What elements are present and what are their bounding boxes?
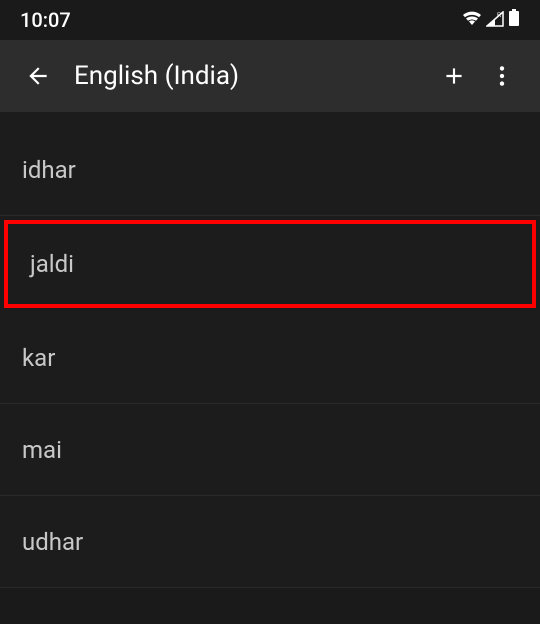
svg-text:R: R [497,13,502,19]
page-title: English (India) [74,61,430,91]
signal-icon: R [486,8,504,32]
word-label: jaldi [30,250,74,278]
battery-icon [508,8,520,32]
list-item[interactable]: kar [0,312,540,404]
plus-icon [441,63,467,89]
word-label: kar [22,344,55,372]
add-button[interactable] [430,52,478,100]
back-button[interactable] [14,52,62,100]
word-label: mai [22,436,62,464]
list-item[interactable]: udhar [0,496,540,588]
arrow-back-icon [25,63,51,89]
word-label: idhar [22,156,76,184]
app-bar: English (India) [0,40,540,112]
more-vert-icon [489,63,515,89]
dictionary-list: idhar jaldi kar mai udhar [0,112,540,588]
word-label: udhar [22,528,83,556]
status-icons: R [462,8,520,32]
list-item[interactable]: mai [0,404,540,496]
wifi-icon [462,8,482,32]
status-bar: 10:07 R [0,0,540,40]
more-button[interactable] [478,52,526,100]
list-item[interactable]: jaldi [4,220,536,308]
spacer [0,112,540,124]
list-item[interactable]: idhar [0,124,540,216]
status-time: 10:07 [20,8,71,32]
